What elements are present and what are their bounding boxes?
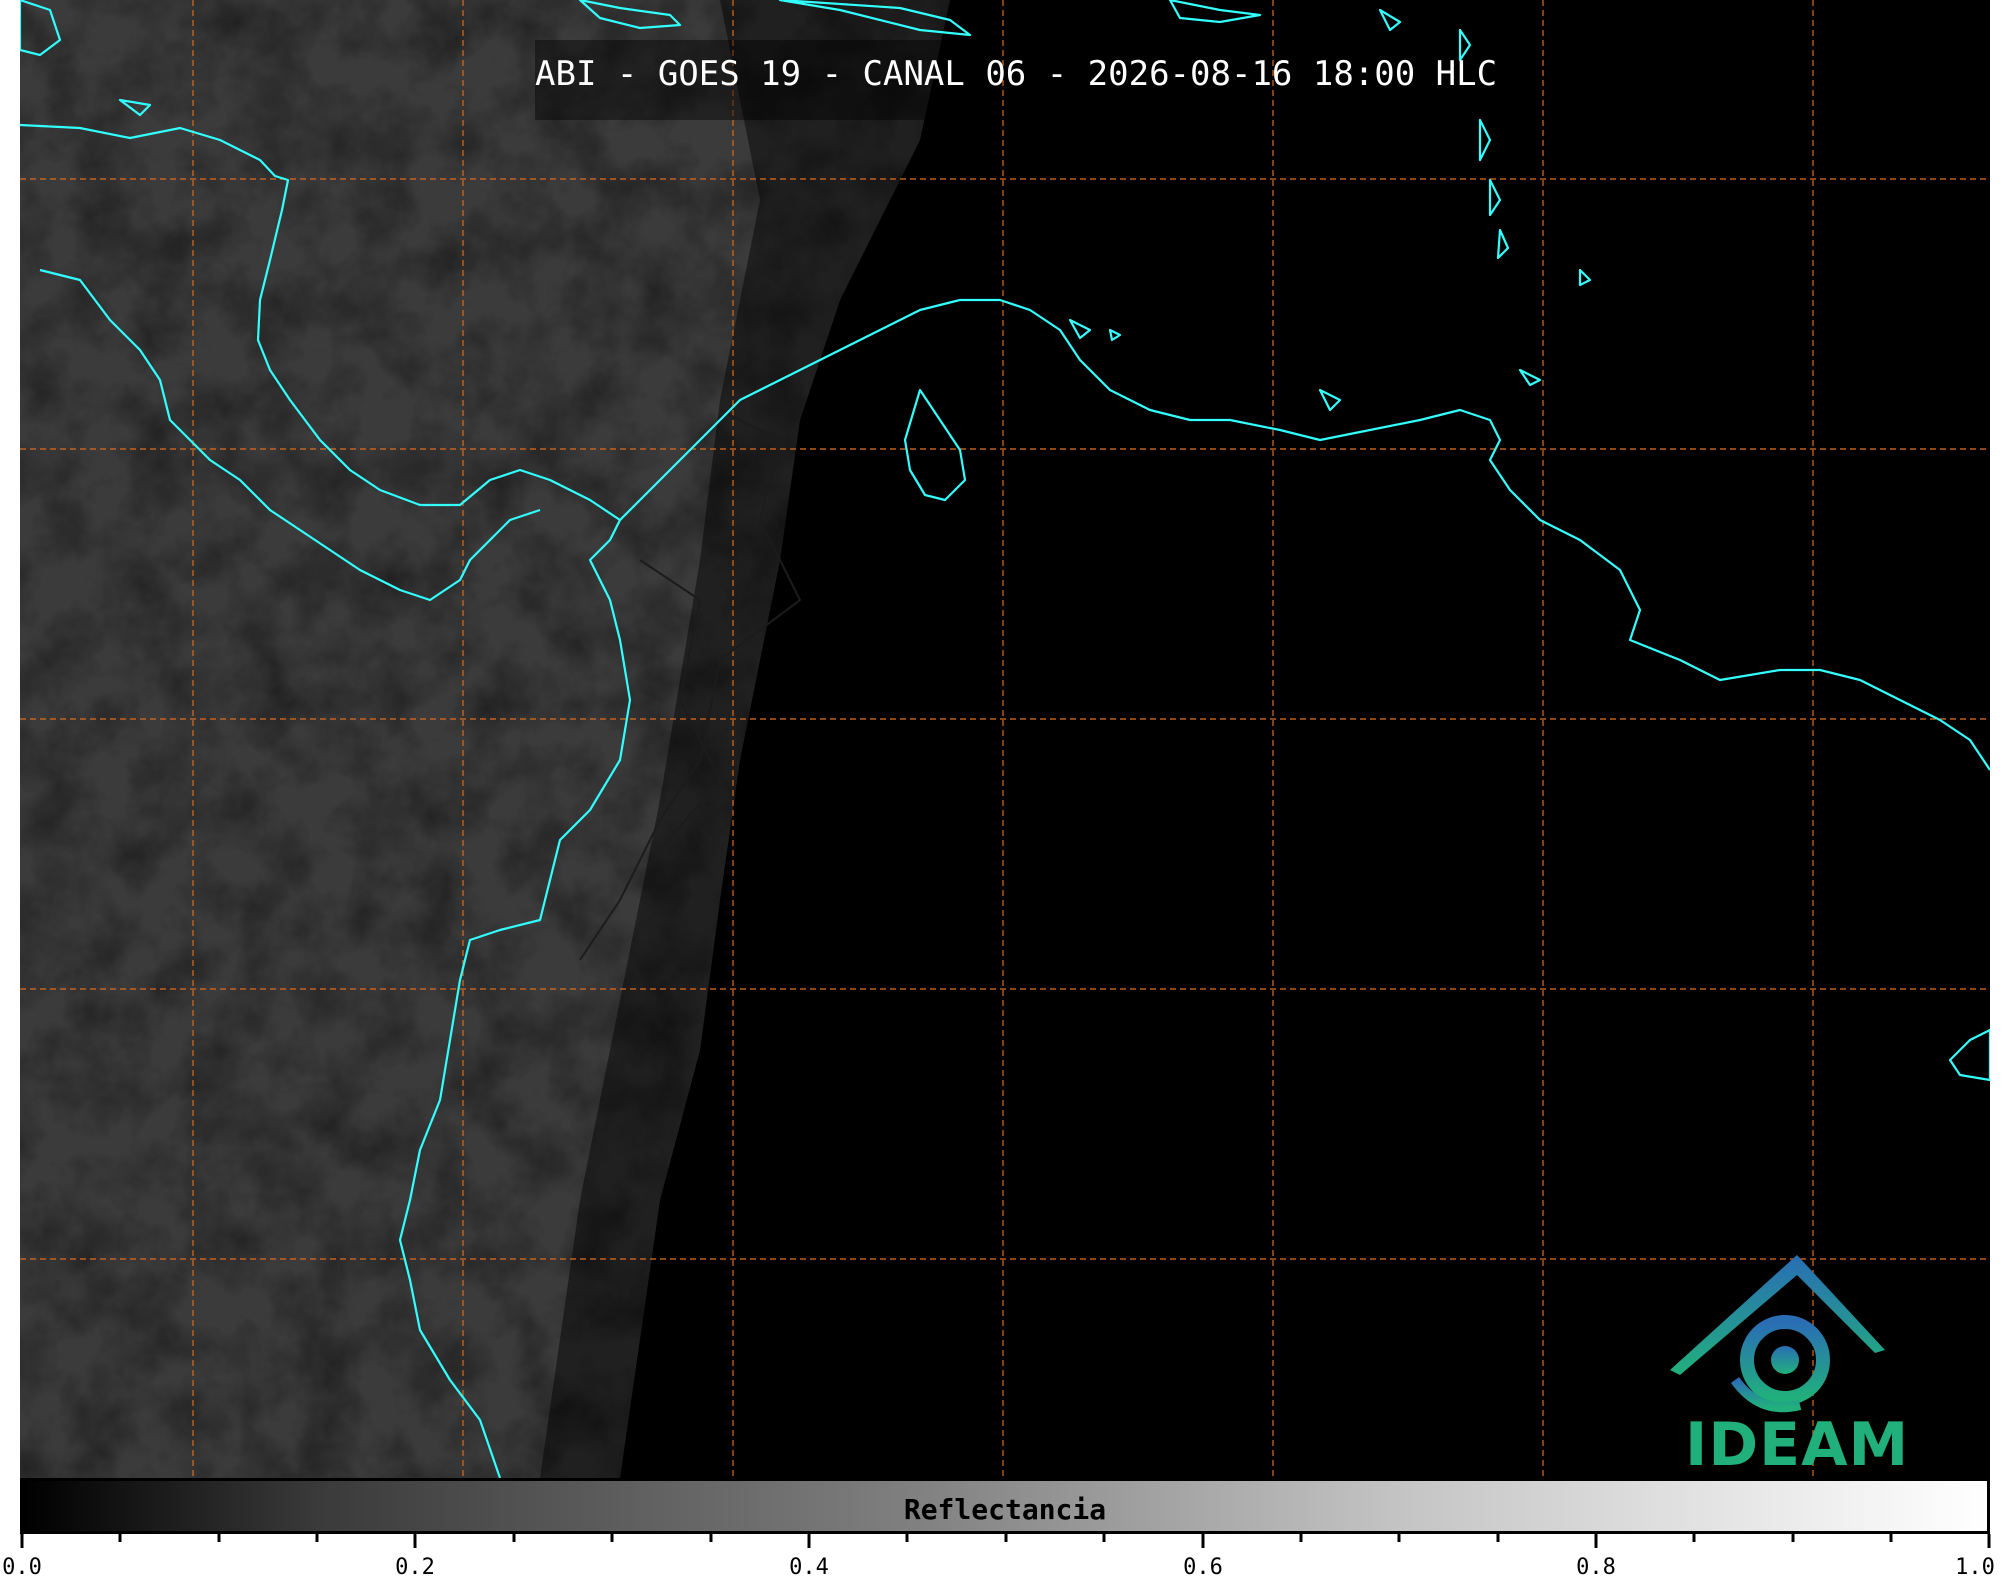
tick-label: 0.8: [1576, 1555, 1616, 1580]
colorbar-label: Reflectancia: [903, 1493, 1107, 1526]
tick-label: 0.6: [1183, 1555, 1223, 1580]
map-title: ABI - GOES 19 - CANAL 06 - 2026-08-16 18…: [535, 54, 1498, 94]
colorbar: Reflectancia: [20, 1478, 1990, 1534]
tick-label: 1.0: [1955, 1555, 1995, 1580]
tick-label: 0.0: [2, 1555, 42, 1580]
tick-label: 0.4: [789, 1555, 829, 1580]
tick-label: 0.2: [395, 1555, 435, 1580]
logo-text: IDEAM: [1685, 1410, 1910, 1480]
colorbar-ticks: [20, 1534, 1991, 1548]
